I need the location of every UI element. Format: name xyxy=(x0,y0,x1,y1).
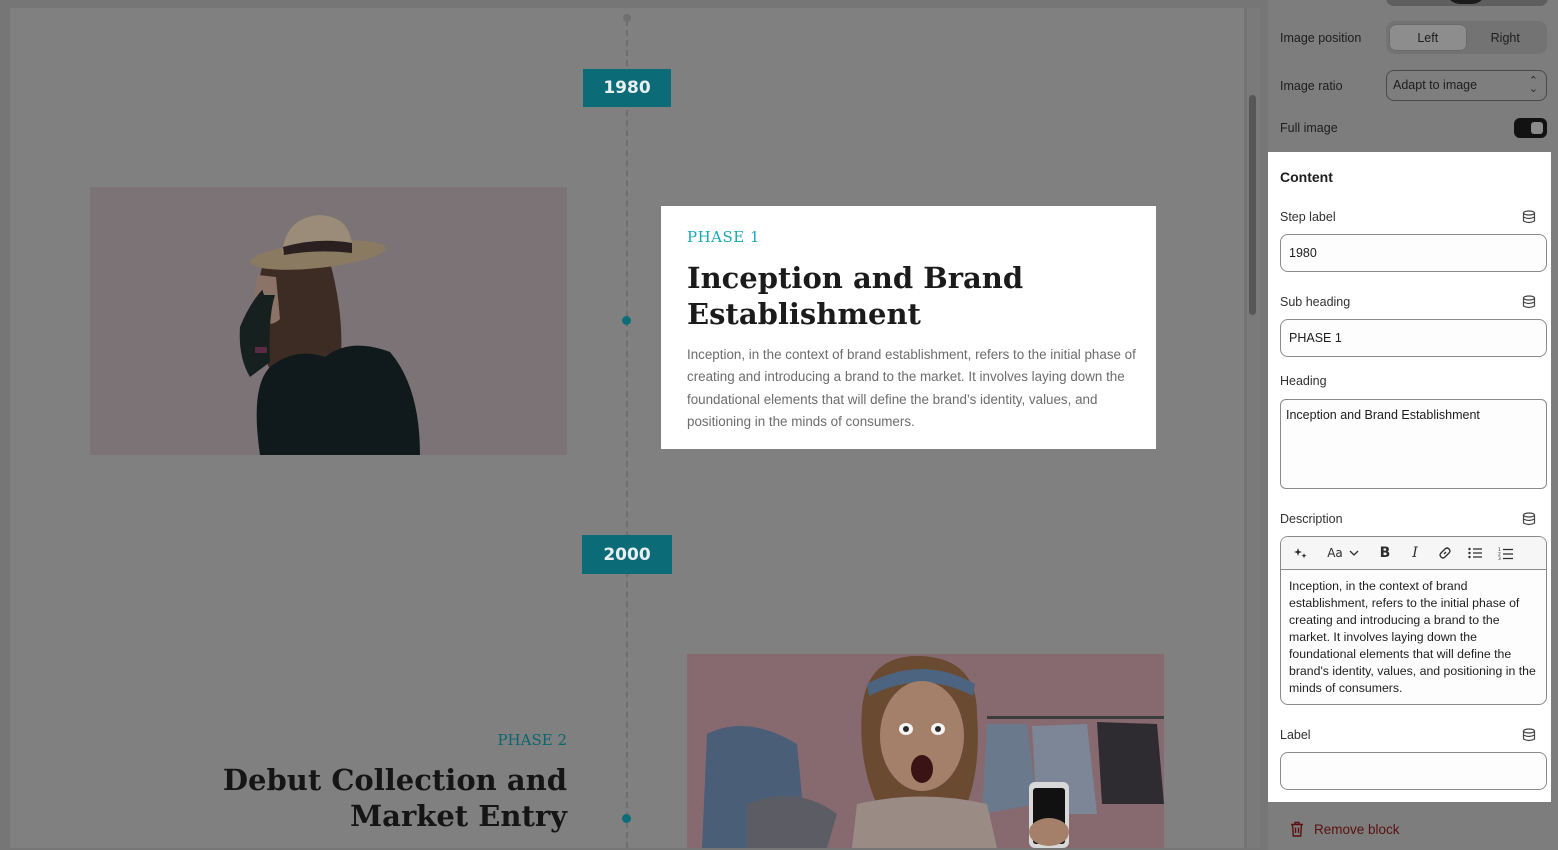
sub-heading-label: Sub heading xyxy=(1280,295,1351,309)
description-rich-text-editor[interactable]: Aa B I 123 Inception, in the context of … xyxy=(1280,536,1547,705)
timeline-image-2 xyxy=(687,654,1164,848)
full-image-toggle[interactable] xyxy=(1514,118,1547,138)
bold-icon[interactable]: B xyxy=(1377,537,1393,570)
description-label: Description xyxy=(1280,512,1343,526)
description-text[interactable]: Inception, in the context of brand estab… xyxy=(1281,570,1546,704)
image-position-right-button[interactable]: Right xyxy=(1467,24,1545,51)
timeline-image-1 xyxy=(90,187,567,455)
content-section-title: Content xyxy=(1280,169,1333,185)
preview-canvas: 1980 PHASE 1 Inception and Brand Establi… xyxy=(10,8,1244,848)
step-label-input[interactable]: 1980 xyxy=(1280,234,1547,272)
sub-heading-input[interactable]: PHASE 1 xyxy=(1280,319,1547,357)
font-style-button[interactable]: Aa xyxy=(1325,537,1345,570)
link-icon[interactable] xyxy=(1437,537,1453,570)
svg-text:3: 3 xyxy=(1498,556,1501,560)
heading-label: Heading xyxy=(1280,374,1327,388)
timeline-dot-1 xyxy=(622,316,631,325)
bullet-list-icon[interactable] xyxy=(1467,537,1483,570)
image-position-segmented: Left Right xyxy=(1386,21,1547,54)
content-settings-card: Content Step label 1980 Sub heading PHAS… xyxy=(1268,152,1551,802)
image-position-label: Image position xyxy=(1280,31,1362,45)
remove-block-label: Remove block xyxy=(1314,821,1400,837)
image-ratio-select[interactable]: Adapt to image ⌃ ⌄ xyxy=(1386,70,1547,101)
dynamic-source-icon[interactable] xyxy=(1522,728,1536,742)
year-badge-1980: 1980 xyxy=(583,69,671,107)
heading-textarea[interactable]: Inception and Brand Establishment xyxy=(1280,399,1547,489)
dynamic-source-icon[interactable] xyxy=(1522,295,1536,309)
dynamic-source-icon[interactable] xyxy=(1522,512,1536,526)
step-label-label: Step label xyxy=(1280,210,1336,224)
preview-scrollbar-thumb[interactable] xyxy=(1249,95,1256,315)
image-ratio-label: Image ratio xyxy=(1280,79,1343,93)
timeline-line xyxy=(626,20,628,848)
card-description: Inception, in the context of brand estab… xyxy=(687,347,1136,429)
rte-toolbar: Aa B I 123 xyxy=(1281,537,1546,570)
dynamic-source-icon[interactable] xyxy=(1522,210,1536,224)
label-field-label: Label xyxy=(1280,728,1311,742)
chevron-down-icon[interactable] xyxy=(1345,537,1363,570)
remove-block-button[interactable]: Remove block xyxy=(1290,821,1400,837)
timeline-card-1[interactable]: PHASE 1 Inception and Brand Establishmen… xyxy=(661,206,1156,449)
ai-sparkle-icon[interactable] xyxy=(1291,537,1311,570)
phase-2-heading: Debut Collection and Market Entry xyxy=(222,763,567,833)
label-input[interactable] xyxy=(1280,752,1547,790)
numbered-list-icon[interactable]: 123 xyxy=(1497,537,1513,570)
phase-2-label: PHASE 2 xyxy=(497,731,567,749)
timeline-start-dot xyxy=(623,14,631,22)
image-thumbnail[interactable] xyxy=(1386,0,1548,6)
preview-frame: 1980 PHASE 1 Inception and Brand Establi… xyxy=(0,0,1268,850)
chevron-updown-icon: ⌃ ⌄ xyxy=(1528,75,1538,95)
full-image-label: Full image xyxy=(1280,121,1338,135)
year-badge-2000: 2000 xyxy=(582,535,672,574)
image-position-left-button[interactable]: Left xyxy=(1389,24,1467,51)
card-phase-label: PHASE 1 xyxy=(687,228,761,246)
timeline-dot-2 xyxy=(622,814,631,823)
card-heading: Inception and Brand Establishment xyxy=(687,261,1024,331)
italic-icon[interactable]: I xyxy=(1407,537,1423,570)
trash-icon xyxy=(1291,821,1303,837)
image-ratio-value: Adapt to image xyxy=(1393,78,1478,92)
